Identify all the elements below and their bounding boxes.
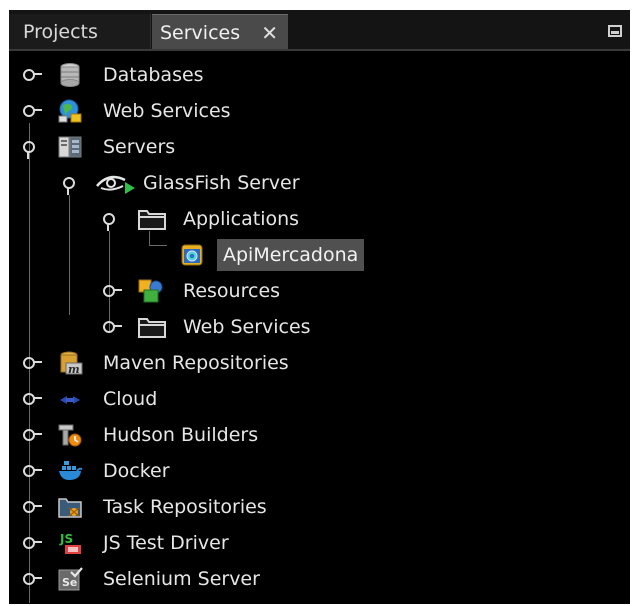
tab-bar-divider <box>9 49 630 51</box>
tab-services-label: Services <box>160 22 241 44</box>
tree-node-label: JS Test Driver <box>103 532 229 554</box>
database-icon <box>60 63 80 87</box>
expand-handle-icon[interactable] <box>22 570 42 588</box>
selenium-icon: Se <box>58 567 83 591</box>
tree-node-hudson-builders[interactable]: Hudson Builders <box>9 417 630 453</box>
tree-node-label: Servers <box>103 136 176 158</box>
tree-node-label: GlassFish Server <box>143 172 300 194</box>
tree-node-js-test-driver[interactable]: JS JS Test Driver <box>9 525 630 561</box>
expand-handle-icon[interactable] <box>22 66 42 84</box>
tree-node-label: Task Repositories <box>103 496 267 518</box>
tree-node-label: Applications <box>183 208 300 230</box>
tree-node-selenium-server[interactable]: Se Selenium Server <box>9 561 630 597</box>
glassfish-icon <box>96 175 135 194</box>
hudson-icon <box>58 424 82 447</box>
expand-handle-icon[interactable] <box>22 354 42 372</box>
tree-node-label: Selenium Server <box>103 568 260 590</box>
tree-node-resources[interactable]: Resources <box>9 273 630 309</box>
maven-icon: m <box>60 351 83 376</box>
tree-node-servers[interactable]: Servers <box>9 129 630 165</box>
expand-handle-icon[interactable] <box>22 390 42 408</box>
tree-node-label: Databases <box>103 64 204 86</box>
tab-bar: Projects Services ✕ <box>9 10 630 51</box>
collapse-handle-icon[interactable] <box>62 174 80 195</box>
tree-node-glassfish-web-services[interactable]: Web Services <box>9 309 630 345</box>
servers-icon <box>58 136 82 158</box>
tree-node-label: Cloud <box>103 388 158 410</box>
task-repositories-icon <box>58 498 82 518</box>
tree-node-maven-repositories[interactable]: m Maven Repositories <box>9 345 630 381</box>
tab-services[interactable]: Services ✕ <box>152 14 288 51</box>
docker-icon <box>59 461 83 480</box>
maven-icon-glyph: m <box>68 363 80 376</box>
js-test-driver-icon: JS <box>59 532 81 554</box>
tree-node-applications[interactable]: Applications <box>9 201 630 237</box>
web-app-icon <box>181 244 203 266</box>
tree-node-web-services[interactable]: Web Services <box>9 93 630 129</box>
expand-handle-icon[interactable] <box>22 498 42 516</box>
tab-projects-label: Projects <box>23 21 98 43</box>
tree-node-label: Maven Repositories <box>103 352 289 374</box>
expand-handle-icon[interactable] <box>102 318 122 336</box>
tree-node-cloud[interactable]: Cloud <box>9 381 630 417</box>
tree-node-label: Docker <box>103 460 170 482</box>
tree-node-glassfish-server[interactable]: GlassFish Server <box>9 165 630 201</box>
folder-icon <box>138 210 166 230</box>
cloud-icon <box>60 396 80 404</box>
tree-node-databases[interactable]: Databases <box>9 57 630 93</box>
folder-icon <box>138 318 166 338</box>
js-test-driver-icon-glyph: JS <box>59 532 73 546</box>
tree-node-label-selected: ApiMercadona <box>217 239 365 271</box>
selenium-icon-glyph: Se <box>62 576 77 589</box>
close-icon[interactable]: ✕ <box>261 15 278 52</box>
resources-icon <box>138 279 163 303</box>
expand-handle-icon[interactable] <box>22 462 42 480</box>
tree-node-label: Web Services <box>183 316 311 338</box>
expand-handle-icon[interactable] <box>102 282 122 300</box>
expand-handle-icon[interactable] <box>22 534 42 552</box>
tree-node-docker[interactable]: Docker <box>9 453 630 489</box>
tab-projects[interactable]: Projects <box>9 14 151 51</box>
services-panel: Projects Services ✕ Databases Web Servic… <box>9 10 630 604</box>
tree-node-task-repositories[interactable]: Task Repositories <box>9 489 630 525</box>
collapse-handle-icon[interactable] <box>102 210 120 231</box>
tree-node-label: Resources <box>183 280 281 302</box>
expand-handle-icon[interactable] <box>22 102 42 120</box>
minimize-window-icon[interactable] <box>608 25 622 37</box>
tree-node-api-mercadona[interactable]: ApiMercadona <box>9 237 630 273</box>
tree-node-label: Web Services <box>103 100 231 122</box>
web-services-icon <box>58 99 82 123</box>
expand-handle-icon[interactable] <box>22 426 42 444</box>
collapse-handle-icon[interactable] <box>22 138 40 159</box>
tree-node-label: Hudson Builders <box>103 424 259 446</box>
